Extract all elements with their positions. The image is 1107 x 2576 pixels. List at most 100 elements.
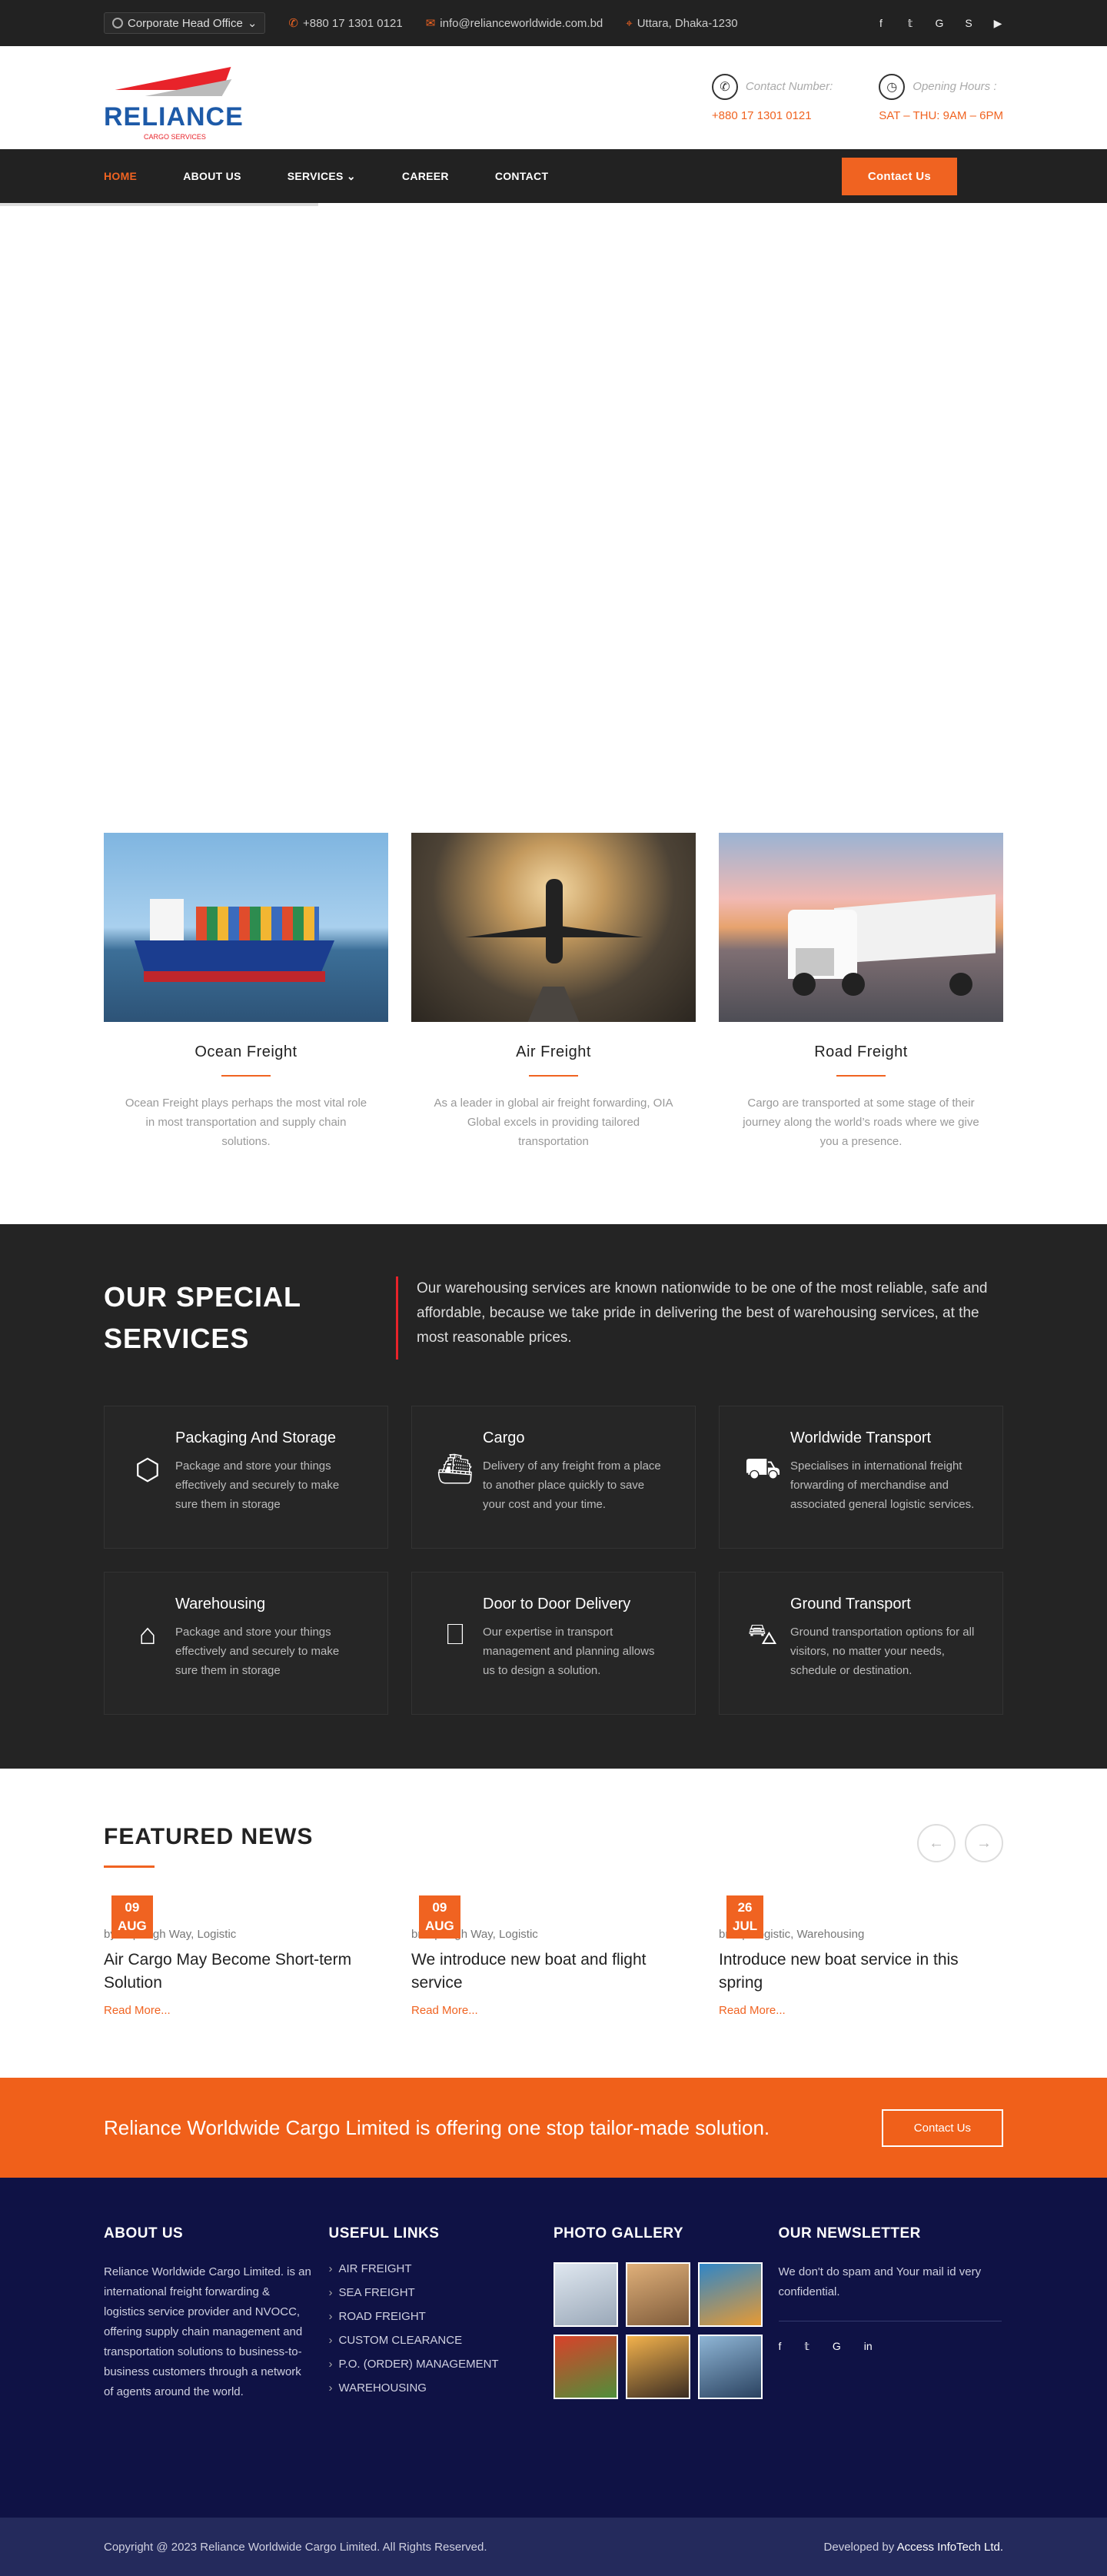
read-more-link[interactable]: Read More... <box>411 2004 696 2017</box>
feature-text: Cargo are transported at some stage of t… <box>743 1097 979 1148</box>
news-title[interactable]: We introduce new boat and flight service <box>411 1949 696 1995</box>
news-item[interactable]: 26JUL bre | Logistic, Warehousing Introd… <box>719 1895 1003 2017</box>
nav-career[interactable]: CAREER <box>402 170 449 182</box>
footer-link[interactable]: AIR FREIGHT <box>329 2262 554 2275</box>
feature-divider <box>221 1075 271 1077</box>
topbar: Corporate Head Office ⌄ ✆ +880 17 1301 0… <box>0 0 1107 46</box>
envelope-icon: ✉ <box>425 17 436 30</box>
topbar-email-text: info@relianceworldwide.com.bd <box>440 16 603 30</box>
cta-band: Reliance Worldwide Cargo Limited is offe… <box>0 2078 1107 2178</box>
cta-text: Reliance Worldwide Cargo Limited is offe… <box>104 2115 770 2139</box>
box-package-icon: ⬡ <box>135 1454 161 1486</box>
gallery-photo[interactable] <box>698 2335 763 2399</box>
read-more-link[interactable]: Read More... <box>719 2004 1003 2017</box>
gallery-photo[interactable] <box>626 2335 690 2399</box>
twitter-icon[interactable]: 𝕥 <box>905 17 916 30</box>
footer-newsletter-text: We don't do spam and Your mail id very c… <box>778 2265 982 2298</box>
facebook-icon[interactable]: f <box>876 17 886 30</box>
footer-about: ABOUT US Reliance Worldwide Cargo Limite… <box>104 2225 329 2405</box>
news-meta-category[interactable]: Logistic, Warehousing <box>751 1928 864 1941</box>
featured-news-section: FEATURED NEWS ← → 09AUG byre | High Way,… <box>0 1769 1107 2078</box>
gallery-photo[interactable] <box>554 2335 618 2399</box>
feature-card-air[interactable]: Air Freight As a leader in global air fr… <box>411 833 696 1151</box>
service-title: Ground Transport <box>790 1596 911 1612</box>
twitter-icon[interactable]: 𝕥 <box>804 2340 809 2353</box>
skype-icon[interactable]: S <box>963 17 974 30</box>
footer-newsletter: OUR NEWSLETTER We don't do spam and Your… <box>778 2225 1004 2405</box>
hours-value: SAT – THU: 9AM – 6PM <box>879 108 1003 122</box>
news-title[interactable]: Air Cargo May Become Short-term Solution <box>104 1949 388 1995</box>
read-more-link[interactable]: Read More... <box>104 2004 388 2017</box>
clock-icon: ◷ <box>879 73 906 100</box>
contact-value[interactable]: +880 17 1301 0121 <box>712 109 833 122</box>
truck-trailer <box>834 894 996 964</box>
youtube-icon[interactable]: ▶ <box>992 17 1003 30</box>
globe-icon <box>112 18 123 28</box>
logo[interactable]: RELIANCE CARGO SERVICES <box>104 59 243 141</box>
warehouse-icon: ⌂ <box>138 1619 157 1651</box>
contact-block: ✆ Contact Number: +880 17 1301 0121 <box>711 73 833 122</box>
footer-links-title: USEFUL LINKS <box>328 2225 440 2242</box>
cta-contact-button[interactable]: Contact Us <box>881 2108 1003 2147</box>
chevron-down-icon: ⌄ <box>247 17 258 30</box>
ship-bridge <box>150 899 184 940</box>
news-month: AUG <box>425 1919 454 1933</box>
news-meta-category[interactable]: High Way, Logistic <box>142 1928 237 1941</box>
footer-link[interactable]: CUSTOM CLEARANCE <box>329 2334 554 2347</box>
arrow-left-icon[interactable]: ← <box>917 1824 956 1862</box>
developer-credit: Developed by Access InfoTech Ltd. <box>824 2541 1003 2554</box>
service-box[interactable]: ⛟ Worldwide Transport Specialises in inte… <box>719 1406 1003 1549</box>
service-box[interactable]: ⬡ Packaging And Storage Package and store… <box>104 1406 388 1549</box>
service-box[interactable]: ⛍ Ground Transport Ground transportation … <box>719 1572 1003 1715</box>
section-description: Our warehousing services are known natio… <box>396 1276 1003 1360</box>
footer-link[interactable]: WAREHOUSING <box>329 2381 554 2395</box>
topbar-location-text: Uttara, Dhaka-1230 <box>637 16 738 30</box>
service-text: Our expertise in transport management an… <box>483 1626 655 1677</box>
service-box[interactable]: ⌂ Warehousing Package and store your thin… <box>104 1572 388 1715</box>
service-text: Package and store your things effectivel… <box>175 1626 340 1677</box>
phone-icon: ✆ <box>711 73 738 100</box>
service-box[interactable]: ⛴ Cargo Delivery of any freight from a pl… <box>411 1406 696 1549</box>
nav-contact-button[interactable]: Contact Us <box>841 157 957 195</box>
road-freight-image <box>719 833 1003 1022</box>
nav-about[interactable]: ABOUT US <box>183 170 241 182</box>
linkedin-icon[interactable]: in <box>864 2340 873 2353</box>
gallery-photo[interactable] <box>626 2262 690 2327</box>
section-title: OUR SPECIAL SERVICES <box>104 1281 301 1354</box>
office-select[interactable]: Corporate Head Office ⌄ <box>104 12 266 34</box>
footer-link[interactable]: ROAD FREIGHT <box>329 2310 554 2323</box>
footer-links: USEFUL LINKS AIR FREIGHT SEA FREIGHT ROA… <box>329 2225 554 2405</box>
topbar-email[interactable]: ✉ info@relianceworldwide.com.bd <box>425 16 603 31</box>
air-freight-image <box>411 833 696 1022</box>
footer-link[interactable]: SEA FREIGHT <box>329 2286 554 2299</box>
news-date: 09 AUG <box>419 1895 460 1939</box>
truck-wheel <box>793 973 816 996</box>
service-box[interactable]: ⎕ Door to Door Delivery Our expertise in … <box>411 1572 696 1715</box>
arrow-right-icon[interactable]: → <box>965 1824 1003 1862</box>
news-title[interactable]: Introduce new boat service in this sprin… <box>719 1949 1003 1995</box>
google-plus-icon[interactable]: G <box>934 17 945 30</box>
hours-label: Opening Hours : <box>913 80 997 93</box>
developer-link[interactable]: Access InfoTech Ltd. <box>897 2541 1003 2554</box>
google-plus-icon[interactable]: G <box>833 2340 841 2353</box>
hero-slider <box>0 206 1107 833</box>
news-item[interactable]: 09AUG byre | High Way, Logistic Air Carg… <box>104 1895 388 2017</box>
nav-services[interactable]: SERVICES ⌄ <box>288 170 356 183</box>
feature-text: Ocean Freight plays perhaps the most vit… <box>125 1097 367 1148</box>
news-day: 26 <box>737 1900 753 1915</box>
gallery-photo[interactable] <box>698 2262 763 2327</box>
feature-card-road[interactable]: Road Freight Cargo are transported at so… <box>719 833 1003 1151</box>
header: RELIANCE CARGO SERVICES ✆ Contact Number:… <box>0 46 1107 149</box>
service-text: Delivery of any freight from a place to … <box>483 1459 661 1511</box>
footer-link[interactable]: P.O. (ORDER) MANAGEMENT <box>329 2358 554 2371</box>
chevron-down-icon: ⌄ <box>346 169 356 182</box>
topbar-phone[interactable]: ✆ +880 17 1301 0121 <box>288 16 402 31</box>
news-item[interactable]: 09AUG bre | High Way, Logistic We introd… <box>411 1895 696 2017</box>
nav-contact[interactable]: CONTACT <box>495 170 549 182</box>
news-day: 09 <box>432 1900 447 1915</box>
facebook-icon[interactable]: f <box>779 2340 782 2353</box>
feature-card-ocean[interactable]: Ocean Freight Ocean Freight plays perhap… <box>104 833 388 1151</box>
nav-home[interactable]: HOME <box>104 170 137 182</box>
service-title: Warehousing <box>175 1596 266 1612</box>
gallery-photo[interactable] <box>554 2262 618 2327</box>
